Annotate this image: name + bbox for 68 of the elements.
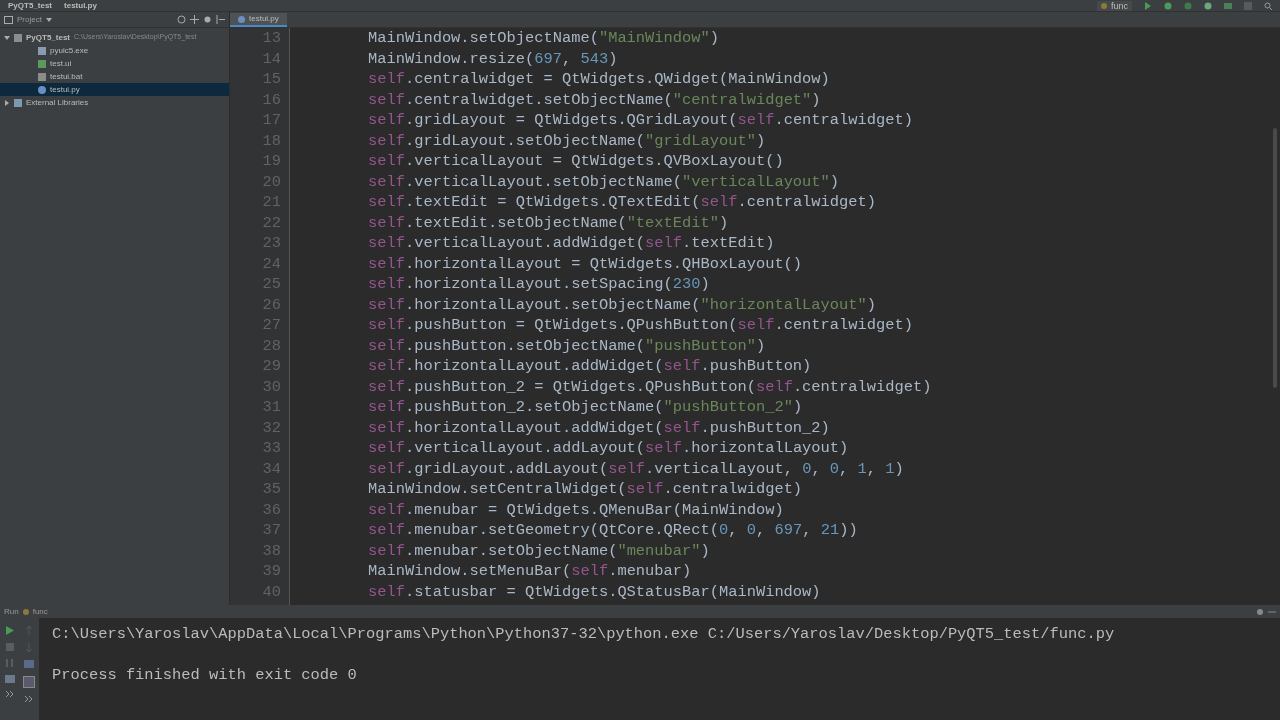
code-line: MainWindow.resize(697, 543) — [368, 48, 619, 69]
folder-icon — [14, 33, 22, 42]
code-line: self.statusbar = QtWidgets.QStatusBar(MainWindow) — [368, 581, 822, 602]
editor-tab[interactable]: testui.py — [230, 13, 287, 27]
locate-icon[interactable] — [177, 15, 186, 24]
debug-icon[interactable] — [1164, 1, 1172, 10]
hide-icon[interactable] — [216, 15, 225, 24]
code-line: self.menubar.setGeometry(QtCore.QRect(0, 0, 697, 21)) — [368, 520, 859, 541]
code-line: self.gridLayout.setObjectName("gridLayout") — [368, 130, 767, 151]
code-line: MainWindow.setObjectName("MainWindow") — [368, 28, 720, 49]
code-line: self.pushButton_2 = QtWidgets.QPushButton(self.centralwidget) — [368, 376, 933, 397]
code-line: self.pushButton = QtWidgets.QPushButton(self.centralwidget) — [368, 315, 914, 336]
code-line: self.textEdit = QtWidgets.QTextEdit(self.centralwidget) — [368, 192, 877, 213]
code-line: self.pushButton.setObjectName("pushButton") — [368, 335, 767, 356]
expand-icon[interactable] — [190, 15, 199, 24]
code-line: self.centralwidget = QtWidgets.QWidget(MainWindow) — [368, 69, 831, 90]
code-line: self.verticalLayout.addLayout(self.horizontalLayout) — [368, 438, 850, 459]
tree-item[interactable]: pyuic5.exe — [0, 44, 229, 57]
code-line: self.menubar = QtWidgets.QMenuBar(MainWindow) — [368, 499, 785, 520]
collapsed-arrow-icon[interactable] — [4, 99, 10, 106]
python-icon — [1101, 2, 1107, 9]
tree-item-label: External Libraries — [26, 96, 89, 109]
run-icon[interactable] — [5, 626, 14, 635]
code-line: self.gridLayout.addLayout(self.verticalLayout, 0, 0, 1, 1) — [368, 458, 905, 479]
library-icon — [14, 98, 22, 107]
console-line: Process finished with exit code 0 — [52, 665, 358, 686]
double-arrow-icon[interactable] — [5, 691, 14, 697]
panel-title[interactable]: Project — [17, 13, 42, 26]
code-line: self.verticalLayout.setObjectName("verticalLayout") — [368, 171, 841, 192]
run-icon[interactable] — [1144, 1, 1152, 10]
tree-item-label: testui.bat — [50, 70, 83, 83]
code-line: self.textEdit.setObjectName("textEdit") — [368, 212, 730, 233]
run-config-dropdown[interactable]: func — [1097, 0, 1132, 11]
search-icon[interactable] — [1264, 1, 1272, 10]
code-line: self.horizontalLayout.setObjectName("horizontalLayout") — [368, 294, 877, 315]
tree-item-label: testui.py — [50, 83, 80, 96]
code-line: MainWindow.setCentralWidget(self.centralwidget) — [368, 479, 804, 500]
code-line: self.centralwidget.setObjectName("centralwidget") — [368, 89, 822, 110]
tree-item-label: PyQT5_test — [26, 31, 71, 44]
tree-item[interactable]: testui.py — [0, 83, 229, 96]
settings-icon[interactable] — [203, 15, 212, 24]
code-line: self.pushButton_2.setObjectName("pushButton_2") — [368, 397, 804, 418]
code-line: self.horizontalLayout.setSpacing(230) — [368, 274, 711, 295]
tree-item-label: test.ui — [50, 57, 72, 70]
code-line: self.horizontalLayout.addWidget(self.pushButton_2) — [368, 417, 831, 438]
console-line: C:\Users\Yaroslav\AppData\Local\Programs\Python\Python37-32\python.exe C:/Users/Yaroslav/Desktop/PyQT5_test/func.py — [52, 624, 1116, 645]
run-config-tab[interactable]: func — [32, 606, 48, 618]
code-line: self.horizontalLayout = QtWidgets.QHBoxLayout() — [368, 253, 804, 274]
code-line: self.gridLayout = QtWidgets.QGridLayout(self.centralwidget) — [368, 110, 914, 131]
python-file-icon — [238, 15, 245, 23]
code-line: MainWindow.setMenuBar(self.menubar) — [368, 561, 693, 582]
double-arrow-icon[interactable] — [25, 696, 34, 702]
code-line: self.verticalLayout = QtWidgets.QVBoxLayout() — [368, 151, 785, 172]
code-line: self.verticalLayout.addWidget(self.textEdit) — [368, 233, 776, 254]
run-panel-title: Run — [4, 606, 19, 618]
tree-item[interactable]: External Libraries — [0, 96, 229, 109]
python-icon — [22, 609, 29, 615]
tree-item[interactable]: testui.bat — [0, 70, 229, 83]
code-line: self.horizontalLayout.addWidget(self.pushButton) — [368, 356, 813, 377]
breadcrumb[interactable]: testui.py — [64, 0, 97, 11]
caret-icon[interactable] — [45, 17, 52, 22]
tree-item-label: pyuic5.exe — [50, 44, 89, 57]
tree-item[interactable]: test.ui — [0, 57, 229, 70]
settings-icon[interactable] — [1256, 608, 1264, 616]
breadcrumb[interactable]: PyQT5_test — [8, 0, 53, 11]
expanded-arrow-icon[interactable] — [4, 34, 10, 41]
code-line: self.menubar.setObjectName("menubar") — [368, 540, 711, 561]
panel-icon — [4, 15, 13, 24]
